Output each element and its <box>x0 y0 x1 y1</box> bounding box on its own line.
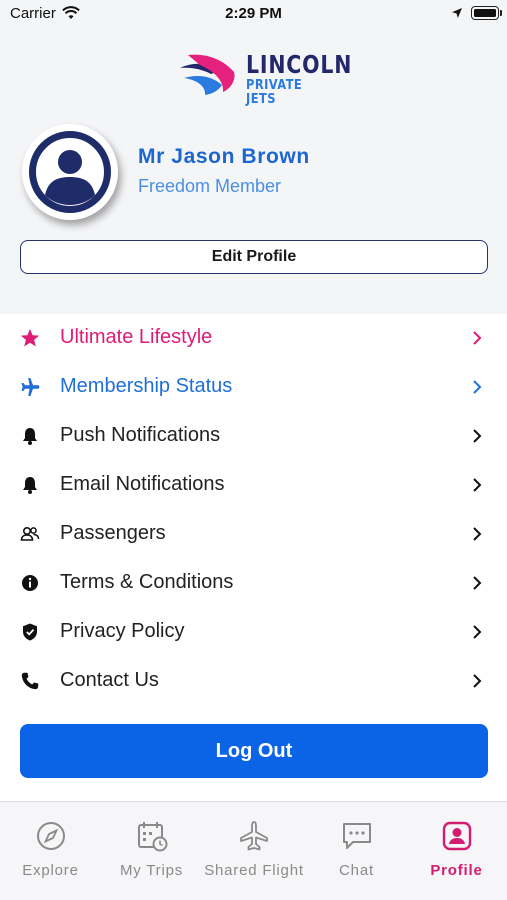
brand-line1: LINCOLN <box>246 50 353 79</box>
menu-item-privacy-policy[interactable]: Privacy Policy <box>0 608 507 656</box>
chevron-right-icon <box>473 380 482 394</box>
people-icon <box>20 526 40 541</box>
brand-line2: PRIVATE JETS <box>246 78 303 107</box>
profile-icon <box>442 821 471 851</box>
tab-my-trips[interactable]: My Trips <box>101 802 202 900</box>
chevron-right-icon <box>473 576 482 590</box>
calendar-icon <box>137 822 167 852</box>
user-avatar-icon <box>29 131 111 213</box>
menu-item-ultimate-lifestyle[interactable]: Ultimate Lifestyle <box>0 314 507 362</box>
phone-icon <box>21 672 39 690</box>
menu-item-label: Email Notifications <box>60 473 225 495</box>
menu-item-label: Push Notifications <box>60 424 221 446</box>
status-time: 2:29 PM <box>225 5 282 22</box>
chevron-right-icon <box>473 429 482 443</box>
menu-item-label: Ultimate Lifestyle <box>60 326 213 348</box>
chevron-right-icon <box>473 331 482 345</box>
chat-icon <box>342 823 371 849</box>
menu-item-label: Contact Us <box>60 669 159 691</box>
tab-label: Profile <box>430 862 483 879</box>
plane-icon <box>21 378 40 396</box>
edit-profile-button[interactable]: Edit Profile <box>20 240 488 274</box>
menu-item-email-notifications[interactable]: Email Notifications <box>0 461 507 509</box>
bell-icon <box>23 477 37 494</box>
tab-label: Explore <box>22 862 79 879</box>
menu-item-contact-us[interactable]: Contact Us <box>0 657 507 705</box>
bell-icon <box>23 428 37 445</box>
compass-icon <box>36 822 65 850</box>
plane-icon <box>240 821 268 851</box>
menu-item-push-notifications[interactable]: Push Notifications <box>0 412 507 460</box>
menu-item-label: Passengers <box>60 522 166 544</box>
tab-label: Shared Flight <box>204 862 304 879</box>
info-icon <box>22 575 38 591</box>
menu-item-passengers[interactable]: Passengers <box>0 510 507 558</box>
tab-label: Chat <box>339 862 374 879</box>
star-icon <box>20 329 40 347</box>
chevron-right-icon <box>473 625 482 639</box>
menu-item-label: Membership Status <box>60 375 233 397</box>
battery-icon <box>471 6 499 20</box>
status-bar: Carrier 2:29 PM <box>0 0 507 30</box>
log-out-button[interactable]: Log Out <box>20 724 488 778</box>
membership-tier: Freedom Member <box>138 176 282 196</box>
tab-explore[interactable]: Explore <box>0 802 101 900</box>
tab-profile[interactable]: Profile <box>406 802 507 900</box>
lincoln-private-jets-logo: LINCOLN PRIVATE JETS <box>178 50 351 107</box>
menu-item-membership-status[interactable]: Membership Status <box>0 363 507 411</box>
bottom-tab-bar: Explore My Trips Shared Flight Chat Prof… <box>0 801 507 900</box>
menu-item-label: Terms & Conditions <box>60 571 234 593</box>
tab-shared-flight[interactable]: Shared Flight <box>202 802 306 900</box>
tab-label: My Trips <box>119 862 184 879</box>
tab-chat[interactable]: Chat <box>306 802 407 900</box>
avatar[interactable] <box>22 124 118 220</box>
location-arrow-icon <box>452 8 462 18</box>
shield-icon <box>23 623 37 641</box>
wing-logo-icon <box>180 54 235 95</box>
chevron-right-icon <box>473 527 482 541</box>
menu-item-terms-conditions[interactable]: Terms & Conditions <box>0 559 507 607</box>
user-name: Mr Jason Brown <box>138 145 310 168</box>
menu-item-label: Privacy Policy <box>60 620 185 642</box>
chevron-right-icon <box>473 478 482 492</box>
chevron-right-icon <box>473 674 482 688</box>
battery-cap <box>500 10 502 16</box>
